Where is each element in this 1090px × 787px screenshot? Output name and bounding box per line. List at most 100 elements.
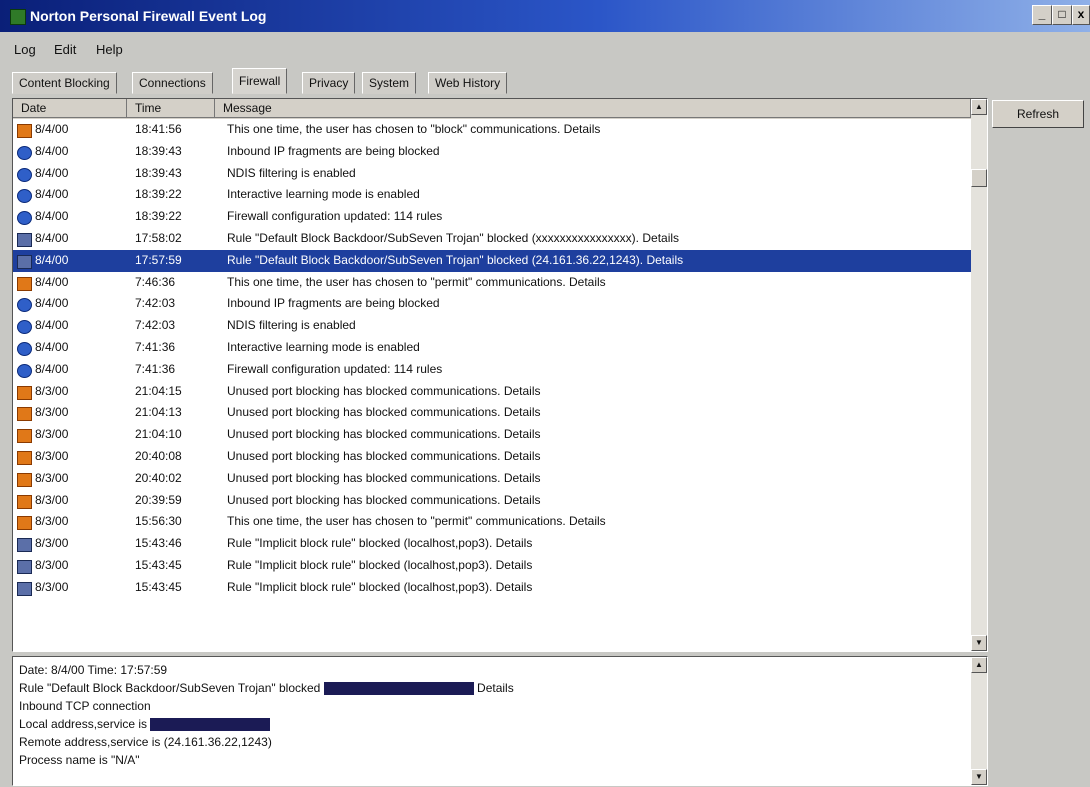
alert-icon xyxy=(17,407,32,422)
details-panel[interactable]: Date: 8/4/00 Time: 17:57:59 Rule "Defaul… xyxy=(12,656,988,786)
alert-icon xyxy=(17,429,32,444)
column-message-header[interactable]: Message xyxy=(215,99,971,118)
scroll-thumb[interactable] xyxy=(971,169,987,187)
tab-strip: Content Blocking Connections Firewall Pr… xyxy=(0,66,1090,94)
menu-log[interactable]: Log xyxy=(14,42,36,57)
event-row[interactable]: 8/3/00 20:40:08 Unused port blocking has b… xyxy=(13,446,971,468)
cell-message: Unused port blocking has blocked communi… xyxy=(227,427,541,442)
cell-date: 8/3/00 xyxy=(35,557,69,572)
alert-icon xyxy=(17,276,32,291)
event-row[interactable]: 8/4/00 18:39:43 NDIS filtering is enabled xyxy=(13,163,971,185)
event-row[interactable]: 8/4/00 7:46:36 This one time, the user has… xyxy=(13,272,971,294)
cell-time: 18:39:43 xyxy=(135,165,182,180)
details-process: Process name is "N/A" xyxy=(19,753,140,767)
menu-help[interactable]: Help xyxy=(96,42,123,57)
tab-system[interactable]: System xyxy=(362,72,417,94)
cell-message: This one time, the user has chosen to "b… xyxy=(227,122,601,136)
cell-date: 8/4/00 xyxy=(35,361,69,376)
event-row[interactable]: 8/4/00 7:42:03 NDIS filtering is enabled xyxy=(13,315,971,337)
event-row[interactable]: 8/4/00 7:41:36 Firewall configuration upda… xyxy=(13,359,971,381)
cell-time: 20:40:02 xyxy=(135,470,182,485)
event-row[interactable]: 8/3/00 21:04:15 Unused port blocking has b… xyxy=(13,381,971,403)
event-list[interactable]: Date Time Message 8/4/00 18:41:56 This one… xyxy=(12,98,988,652)
event-row[interactable]: 8/3/00 15:43:45 Rule "Implicit block rule"… xyxy=(13,555,971,577)
event-row[interactable]: 8/3/00 15:43:45 Rule "Implicit block rule"… xyxy=(13,577,971,599)
cell-date: 8/3/00 xyxy=(35,536,69,551)
rule-icon xyxy=(17,232,32,247)
cell-message: Rule "Implicit block rule" blocked (loca… xyxy=(227,579,533,594)
cell-time: 15:43:46 xyxy=(135,536,182,551)
column-date-header[interactable]: Date xyxy=(13,99,127,118)
scroll-down-icon[interactable]: ▼ xyxy=(971,769,987,785)
cell-time: 7:42:03 xyxy=(135,318,176,333)
menu-edit[interactable]: Edit xyxy=(54,42,76,57)
list-scrollbar[interactable]: ▲ ▼ xyxy=(971,99,987,651)
cell-date: 8/4/00 xyxy=(35,165,69,180)
scroll-up-icon[interactable]: ▲ xyxy=(971,99,987,115)
refresh-button[interactable]: Refresh xyxy=(992,100,1084,128)
event-row[interactable]: 8/4/00 7:42:03 Inbound IP fragments are be… xyxy=(13,293,971,315)
title-bar: Norton Personal Firewall Event Log _ □ x xyxy=(0,0,1090,32)
cell-date: 8/4/00 xyxy=(35,187,69,202)
cell-time: 7:46:36 xyxy=(135,274,176,289)
info-icon xyxy=(17,298,32,313)
event-row[interactable]: 8/3/00 15:56:30 This one time, the user ha… xyxy=(13,511,971,533)
info-icon xyxy=(17,167,32,182)
details-link[interactable]: Details xyxy=(477,681,514,695)
event-row[interactable]: 8/4/00 18:39:43 Inbound IP fragments are b… xyxy=(13,141,971,163)
maximize-button[interactable]: □ xyxy=(1052,5,1072,25)
event-row[interactable]: 8/4/00 18:39:22 Firewall configuration upd… xyxy=(13,206,971,228)
event-row[interactable]: 8/4/00 17:57:59 Rule "Default Block Backdo… xyxy=(13,249,971,272)
details-date: Date: 8/4/00 Time: 17:57:59 xyxy=(19,663,168,677)
cell-message: Unused port blocking has blocked communi… xyxy=(227,470,541,485)
cell-date: 8/4/00 xyxy=(35,252,69,267)
details-scrollbar[interactable]: ▲ ▼ xyxy=(971,657,987,785)
event-row[interactable]: 8/4/00 18:41:56 This one time, the user ha… xyxy=(13,119,971,141)
event-row[interactable]: 8/4/00 18:39:22 Interactive learning mode … xyxy=(13,184,971,206)
event-row[interactable]: 8/3/00 20:40:02 Unused port blocking has b… xyxy=(13,468,971,490)
cell-date: 8/4/00 xyxy=(35,209,69,224)
cell-time: 7:41:36 xyxy=(135,361,176,376)
event-row[interactable]: 8/3/00 15:43:46 Rule "Implicit block rule"… xyxy=(13,533,971,555)
close-button[interactable]: x xyxy=(1072,5,1090,25)
cell-time: 17:57:59 xyxy=(135,252,182,267)
alert-icon xyxy=(17,494,32,509)
cell-message: NDIS filtering is enabled xyxy=(227,165,356,180)
tab-connections[interactable]: Connections xyxy=(132,72,213,94)
cell-message: Unused port blocking has blocked communi… xyxy=(227,383,541,398)
event-row[interactable]: 8/4/00 17:58:02 Rule "Default Block Backdo… xyxy=(13,228,971,250)
cell-date: 8/4/00 xyxy=(35,339,69,354)
redacted-block xyxy=(323,682,474,696)
cell-date: 8/4/00 xyxy=(35,274,69,289)
alert-icon xyxy=(17,450,32,465)
cell-message: Rule "Implicit block rule" blocked (loca… xyxy=(227,557,533,572)
alert-icon xyxy=(17,516,32,531)
details-local: Local address,service is xyxy=(19,717,271,732)
details-remote: Remote address,service is (24.161.36.22,… xyxy=(19,735,272,749)
event-row[interactable]: 8/3/00 21:04:10 Unused port blocking has b… xyxy=(13,424,971,446)
info-icon xyxy=(17,341,32,356)
tab-privacy[interactable]: Privacy xyxy=(302,72,356,94)
column-time-header[interactable]: Time xyxy=(127,99,215,118)
event-row[interactable]: 8/3/00 20:39:59 Unused port blocking has b… xyxy=(13,490,971,512)
cell-message: Unused port blocking has blocked communi… xyxy=(227,448,541,463)
scroll-up-icon[interactable]: ▲ xyxy=(971,657,987,673)
minimize-button[interactable]: _ xyxy=(1032,5,1052,25)
tab-content-blocking[interactable]: Content Blocking xyxy=(12,72,117,94)
app-icon xyxy=(10,9,26,25)
cell-time: 15:56:30 xyxy=(135,514,182,529)
cell-message: Rule "Default Block Backdoor/SubSeven Tr… xyxy=(227,230,680,245)
rule-icon xyxy=(17,254,32,269)
cell-message: Interactive learning mode is enabled xyxy=(227,339,420,354)
event-row[interactable]: 8/3/00 21:04:13 Unused port blocking has b… xyxy=(13,402,971,424)
tab-web-history[interactable]: Web History xyxy=(428,72,508,94)
tab-firewall[interactable]: Firewall xyxy=(232,68,288,94)
event-row[interactable]: 8/4/00 7:41:36 Interactive learning mode i… xyxy=(13,337,971,359)
scroll-down-icon[interactable]: ▼ xyxy=(971,635,987,651)
info-icon xyxy=(17,320,32,335)
cell-date: 8/4/00 xyxy=(35,143,69,158)
cell-date: 8/3/00 xyxy=(35,448,69,463)
cell-date: 8/3/00 xyxy=(35,470,69,485)
rule-icon xyxy=(17,581,32,596)
window-title: Norton Personal Firewall Event Log xyxy=(30,8,267,24)
